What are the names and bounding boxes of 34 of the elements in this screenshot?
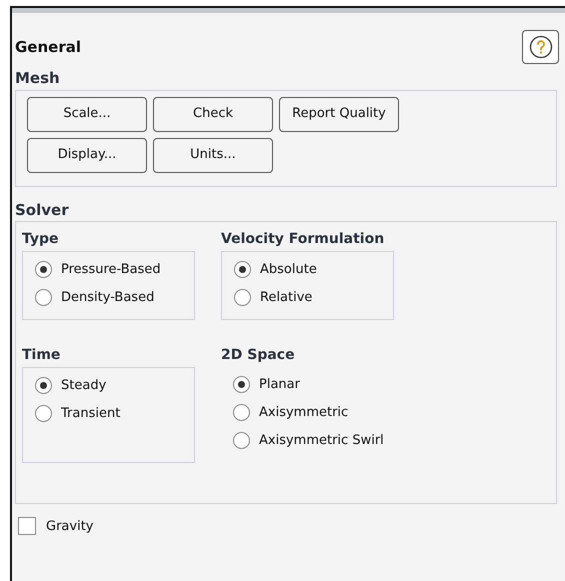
panel-title: General (15, 36, 81, 58)
group-label: Time (22, 346, 62, 364)
radio-button[interactable] (35, 377, 52, 394)
mesh-button[interactable]: Scale... (27, 96, 147, 132)
radio-label: Steady (61, 376, 106, 395)
group-label: Velocity Formulation (221, 230, 386, 248)
section-label: Mesh (14, 68, 61, 89)
radio-button[interactable] (35, 405, 52, 422)
radio-button[interactable] (234, 261, 251, 278)
mesh-button[interactable]: Report Quality (279, 96, 399, 132)
radio-button[interactable] (233, 404, 250, 421)
radio-label: Absolute (260, 260, 317, 279)
section-label: Solver (14, 200, 70, 220)
radio-label: Transient (61, 404, 120, 423)
radio-label: Relative (260, 288, 312, 307)
help-icon (528, 35, 552, 59)
mesh-button[interactable]: Check (153, 96, 273, 132)
radio-button[interactable] (35, 261, 52, 278)
group-label: Type (22, 230, 60, 248)
radio-button[interactable] (233, 376, 250, 393)
group-label: 2D Space (221, 346, 296, 364)
radio-button[interactable] (234, 289, 251, 306)
mesh-button[interactable]: Display... (27, 138, 147, 172)
checkbox-label: Gravity (46, 518, 94, 536)
checkbox[interactable] (18, 517, 36, 536)
radio-label: Density-Based (61, 288, 154, 307)
radio-label: Axisymmetric Swirl (259, 432, 384, 450)
radio-label: Pressure-Based (61, 260, 161, 279)
radio-button[interactable] (35, 289, 52, 306)
radio-button[interactable] (233, 432, 250, 449)
mesh-button[interactable]: Units... (153, 138, 273, 172)
radio-label: Planar (259, 376, 300, 394)
help-button[interactable] (522, 30, 559, 64)
radio-label: Axisymmetric (259, 404, 348, 422)
